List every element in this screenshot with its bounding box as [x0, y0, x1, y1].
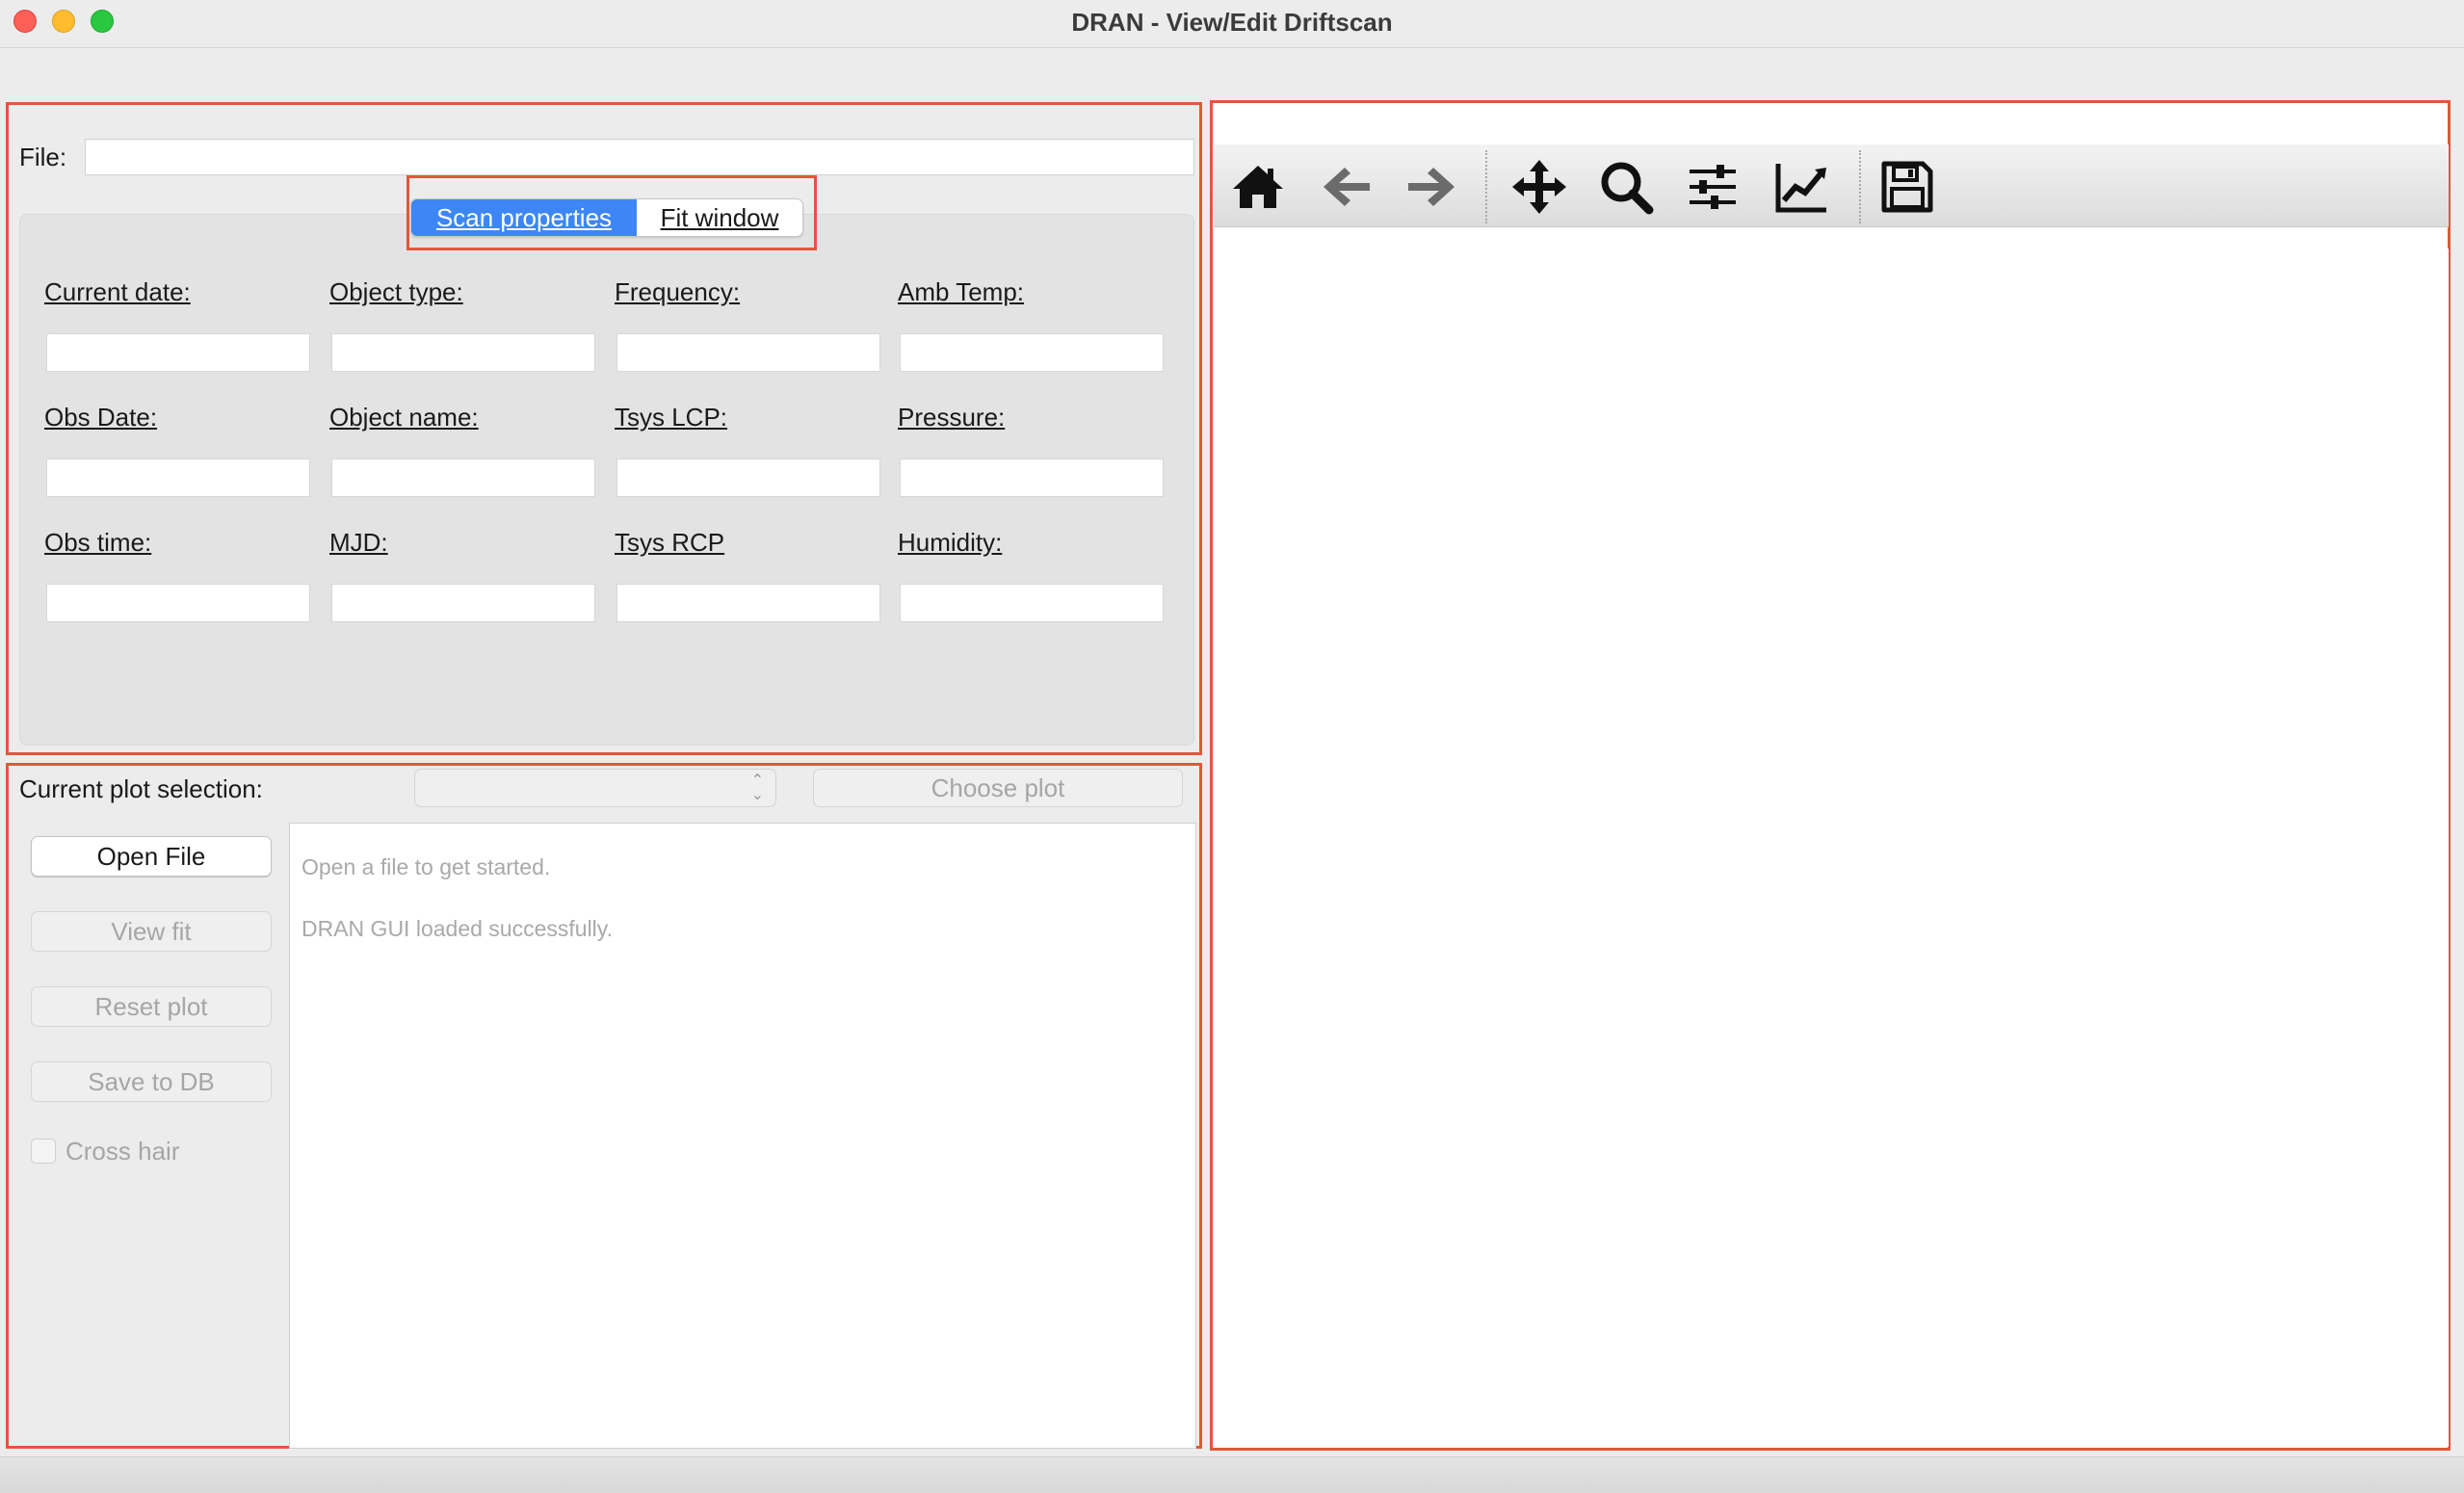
tsys-lcp-label: Tsys LCP:: [615, 403, 728, 432]
toolbar-separator: [1485, 150, 1487, 223]
chevron-up-down-icon: ⌃ ⌄: [750, 773, 764, 803]
object-type-label: Object type:: [329, 277, 463, 306]
log-output-area[interactable]: Open a file to get started. DRAN GUI loa…: [289, 823, 1196, 1449]
window-title: DRAN - View/Edit Driftscan: [1071, 8, 1393, 37]
save-to-db-button[interactable]: Save to DB: [31, 1061, 272, 1102]
edit-axis-icon[interactable]: [1772, 158, 1830, 216]
amb-temp-label: Amb Temp:: [898, 277, 1025, 306]
file-path-field[interactable]: [85, 139, 1194, 175]
zoom-icon[interactable]: [1597, 158, 1655, 216]
mjd-field[interactable]: [331, 584, 595, 622]
frequency-label: Frequency:: [615, 277, 741, 306]
file-label: File:: [19, 143, 67, 171]
plot-selection-dropdown[interactable]: ⌃ ⌄: [414, 769, 776, 807]
reset-plot-button[interactable]: Reset plot: [31, 986, 272, 1027]
pressure-label: Pressure:: [898, 403, 1006, 432]
pressure-field[interactable]: [900, 458, 1164, 497]
humidity-field[interactable]: [900, 584, 1164, 622]
save-icon[interactable]: [1878, 158, 1936, 216]
pan-icon[interactable]: [1510, 158, 1568, 216]
current-date-field[interactable]: [46, 333, 310, 372]
object-name-field[interactable]: [331, 458, 595, 497]
back-arrow-icon[interactable]: [1318, 158, 1376, 216]
tsys-rcp-field[interactable]: [616, 584, 880, 622]
log-line: DRAN GUI loaded successfully.: [301, 916, 613, 941]
current-plot-selection-label: Current plot selection:: [19, 774, 263, 803]
frequency-field[interactable]: [616, 333, 880, 372]
toolbar-separator: [1859, 150, 1861, 223]
plot-navigation-toolbar: [1214, 144, 2449, 227]
forward-arrow-icon[interactable]: [1402, 158, 1460, 216]
plot-canvas[interactable]: [1214, 249, 2449, 1447]
configure-subplots-icon[interactable]: [1684, 158, 1742, 216]
mjd-label: MJD:: [329, 528, 388, 557]
obs-time-field[interactable]: [46, 584, 310, 622]
view-fit-button[interactable]: View fit: [31, 911, 272, 952]
log-line: Open a file to get started.: [301, 854, 551, 879]
amb-temp-field[interactable]: [900, 333, 1164, 372]
tab-scan-properties[interactable]: Scan properties: [411, 199, 637, 236]
obs-date-label: Obs Date:: [44, 403, 158, 432]
tsys-lcp-field[interactable]: [616, 458, 880, 497]
object-type-field[interactable]: [331, 333, 595, 372]
obs-date-field[interactable]: [46, 458, 310, 497]
cross-hair-label: Cross hair: [66, 1137, 180, 1166]
humidity-label: Humidity:: [898, 528, 1003, 557]
current-date-label: Current date:: [44, 277, 191, 306]
title-bar: DRAN - View/Edit Driftscan: [0, 0, 2464, 48]
open-file-button[interactable]: Open File: [31, 836, 272, 877]
obs-time-label: Obs time:: [44, 528, 152, 557]
choose-plot-button[interactable]: Choose plot: [813, 769, 1183, 807]
object-name-label: Object name:: [329, 403, 479, 432]
tab-fit-window[interactable]: Fit window: [637, 199, 802, 236]
status-bar: [0, 1456, 2464, 1493]
tsys-rcp-label: Tsys RCP: [615, 528, 725, 557]
tab-bar: Scan properties Fit window: [410, 198, 803, 237]
home-icon[interactable]: [1229, 158, 1287, 216]
cross-hair-checkbox[interactable]: [31, 1139, 56, 1164]
